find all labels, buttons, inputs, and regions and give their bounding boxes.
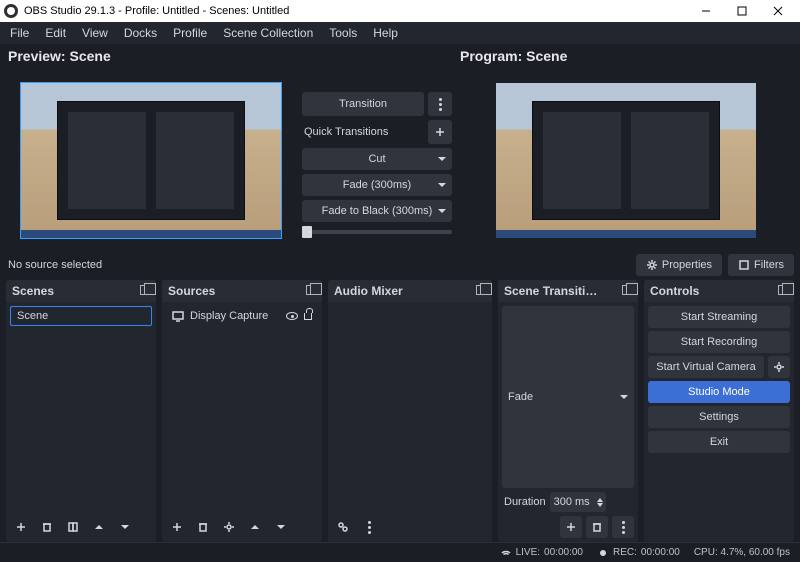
maximize-button[interactable] [724,0,760,22]
captured-window [57,101,245,220]
mixer-menu-button[interactable] [358,516,380,538]
transition-properties-button[interactable] [612,516,634,538]
scenes-dock: Scenes Scene [6,280,156,542]
menu-view[interactable]: View [74,23,116,43]
source-properties-button[interactable] [218,516,240,538]
program-canvas [496,83,756,238]
source-info-label: No source selected [6,259,102,271]
window-title: OBS Studio 29.1.3 - Profile: Untitled - … [24,5,289,17]
lock-toggle[interactable] [304,313,312,320]
filters-button[interactable]: Filters [728,254,794,276]
spin-down[interactable] [597,503,603,507]
add-scene-button[interactable] [10,516,32,538]
move-source-up-button[interactable] [244,516,266,538]
move-scene-down-button[interactable] [114,516,136,538]
popout-icon[interactable] [140,284,150,298]
preview-heading: Preview: Scene [6,44,296,68]
window-controls [688,0,796,22]
signal-icon [500,547,512,559]
quick-transition-fade-to-black[interactable]: Fade to Black (300ms) [302,200,452,222]
add-quick-transition-button[interactable] [428,120,452,144]
start-virtual-camera-button[interactable]: Start Virtual Camera [648,356,764,378]
transition-controls: Transition Quick Transitions Cut Fade (3… [302,44,452,238]
menu-profile[interactable]: Profile [165,23,215,43]
recording-status: REC: 00:00:00 [597,547,680,559]
duration-label: Duration [504,496,546,508]
menu-edit[interactable]: Edit [37,23,74,43]
gear-icon [646,259,658,271]
scene-transitions-dock: Scene Transiti… Fade Duration 300 ms [498,280,638,542]
remove-scene-button[interactable] [36,516,58,538]
transition-button[interactable]: Transition [302,92,424,116]
program-panel: Program: Scene [458,44,794,238]
spin-up[interactable] [597,498,603,502]
minimize-button[interactable] [688,0,724,22]
virtual-camera-settings-button[interactable] [768,356,790,378]
close-button[interactable] [760,0,796,22]
menu-tools[interactable]: Tools [321,23,365,43]
network-status: LIVE: 00:00:00 [500,547,583,559]
settings-button[interactable]: Settings [648,406,790,428]
transition-select[interactable]: Fade [502,306,634,488]
visibility-toggle[interactable] [286,312,298,320]
advanced-audio-button[interactable] [332,516,354,538]
add-transition-button[interactable] [560,516,582,538]
menu-docks[interactable]: Docks [116,23,165,43]
move-scene-up-button[interactable] [88,516,110,538]
remove-transition-button[interactable] [586,516,608,538]
controls-dock: Controls Start Streaming Start Recording… [644,280,794,542]
window-titlebar: OBS Studio 29.1.3 - Profile: Untitled - … [0,0,800,22]
menu-bar: File Edit View Docks Profile Scene Colle… [0,22,800,44]
record-icon [597,547,609,559]
controls-title: Controls [650,284,699,298]
preview-area[interactable] [6,68,296,238]
source-item[interactable]: Display Capture [166,306,318,326]
quick-transition-cut[interactable]: Cut [302,148,452,170]
popout-icon[interactable] [306,284,316,298]
source-toolbar: No source selected Properties Filters [0,250,800,280]
sources-dock: Sources Display Capture [162,280,322,542]
transition-menu-button[interactable] [428,92,452,116]
tbar-slider[interactable] [302,226,452,238]
studio-mode-button[interactable]: Studio Mode [648,381,790,403]
start-streaming-button[interactable]: Start Streaming [648,306,790,328]
remove-source-button[interactable] [192,516,214,538]
status-bar: LIVE: 00:00:00 REC: 00:00:00 CPU: 4.7%, … [0,542,800,562]
add-source-button[interactable] [166,516,188,538]
menu-scene-collection[interactable]: Scene Collection [215,23,321,43]
properties-button[interactable]: Properties [636,254,722,276]
cpu-status: CPU: 4.7%, 60.00 fps [694,547,790,558]
audio-mixer-dock: Audio Mixer [328,280,492,542]
popout-icon[interactable] [476,284,486,298]
display-icon [172,310,184,322]
scene-item[interactable]: Scene [10,306,152,326]
filter-icon [738,259,750,271]
program-area[interactable] [458,68,794,238]
preview-panel: Preview: Scene [6,44,296,238]
quick-transitions-label: Quick Transitions [302,122,424,142]
scene-filters-button[interactable] [62,516,84,538]
mixer-title: Audio Mixer [334,284,403,298]
popout-icon[interactable] [778,284,788,298]
menu-help[interactable]: Help [365,23,406,43]
sources-title: Sources [168,284,215,298]
obs-logo-icon [4,4,18,18]
exit-button[interactable]: Exit [648,431,790,453]
program-heading: Program: Scene [458,44,794,68]
scene-transitions-title: Scene Transiti… [504,284,597,298]
start-recording-button[interactable]: Start Recording [648,331,790,353]
move-source-down-button[interactable] [270,516,292,538]
menu-file[interactable]: File [2,23,37,43]
scenes-title: Scenes [12,284,54,298]
popout-icon[interactable] [622,284,632,298]
duration-spinbox[interactable]: 300 ms [550,492,606,512]
quick-transition-fade[interactable]: Fade (300ms) [302,174,452,196]
preview-canvas[interactable] [21,83,281,238]
